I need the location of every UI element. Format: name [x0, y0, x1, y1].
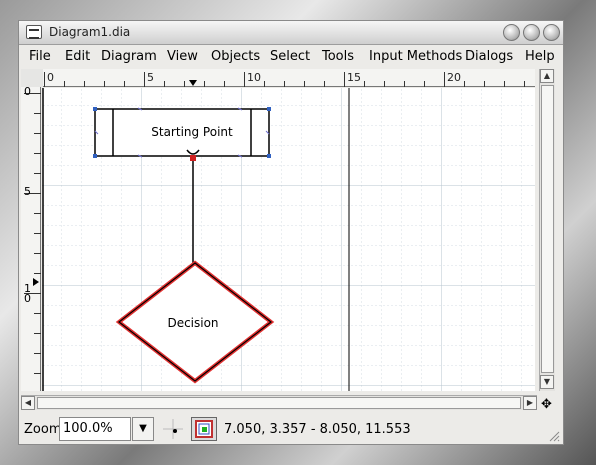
- snap-to-grid-toggle[interactable]: [163, 419, 183, 439]
- menu-objects[interactable]: Objects: [211, 49, 260, 64]
- ruler-top-tick-20: 20: [447, 71, 461, 84]
- horizontal-ruler: 0 5 10 15 20: [43, 69, 535, 87]
- ruler-top-tick-10: 10: [247, 71, 261, 84]
- object-snap-icon: [195, 420, 213, 438]
- dia-window: Diagram1.dia File Edit Diagram View Obje…: [18, 20, 564, 445]
- menu-help[interactable]: Help: [525, 49, 555, 64]
- ruler-top-tick-0: 0: [47, 71, 54, 84]
- menu-tools[interactable]: Tools: [322, 49, 354, 64]
- zoom-dropdown-button[interactable]: ▼: [132, 417, 154, 441]
- menu-edit[interactable]: Edit: [65, 49, 90, 64]
- zoom-value: 100.0%: [63, 421, 113, 436]
- status-bar: Zoom 100.0% ▼ 7.050, 3.357 - 8.050, 11.5…: [19, 413, 563, 445]
- cursor-coordinates: 7.050, 3.357 - 8.050, 11.553: [224, 422, 411, 437]
- ruler-top-tick-15: 15: [347, 71, 361, 84]
- object-snap-toggle[interactable]: [191, 417, 217, 441]
- minimize-button[interactable]: [503, 24, 520, 41]
- ruler-left-tick-0: 0: [24, 85, 31, 98]
- scroll-down-button[interactable]: ▼: [540, 375, 554, 389]
- scroll-left-button[interactable]: ◀: [21, 396, 35, 410]
- ruler-left-tick-5: 5: [24, 185, 31, 198]
- menu-file[interactable]: File: [29, 49, 51, 64]
- ruler-position-marker: [189, 80, 197, 86]
- menu-diagram[interactable]: Diagram: [101, 49, 157, 64]
- dia-app-icon: [26, 25, 42, 39]
- resize-grip-icon[interactable]: [548, 430, 560, 442]
- window-title: Diagram1.dia: [49, 25, 131, 39]
- maximize-button[interactable]: [523, 24, 540, 41]
- scroll-up-button[interactable]: ▲: [540, 69, 554, 83]
- horizontal-ruler-ticks: 0 5 10 15 20: [44, 71, 525, 87]
- vertical-scrollbar[interactable]: ▲ ▼: [539, 69, 555, 391]
- menu-bar: File Edit Diagram View Objects Select To…: [19, 46, 563, 68]
- menu-select[interactable]: Select: [270, 49, 310, 64]
- zoom-label: Zoom: [24, 422, 62, 437]
- horizontal-scroll-thumb[interactable]: [37, 397, 521, 409]
- ruler-top-tick-5: 5: [147, 71, 154, 84]
- vertical-scroll-thumb[interactable]: [541, 85, 554, 373]
- close-button[interactable]: [543, 24, 560, 41]
- scroll-right-button[interactable]: ▶: [523, 396, 537, 410]
- process-label: Starting Point: [151, 125, 233, 139]
- snap-to-grid-icon: [163, 419, 183, 439]
- diagram-svg[interactable]: Starting Point Decision: [42, 88, 535, 391]
- connector-handle-start: [190, 155, 196, 161]
- title-bar[interactable]: Diagram1.dia: [19, 21, 563, 45]
- menu-view[interactable]: View: [167, 49, 198, 64]
- horizontal-scrollbar[interactable]: ◀ ▶: [21, 395, 537, 410]
- ruler-vertical-marker: [33, 278, 39, 286]
- menu-input-methods[interactable]: Input Methods: [369, 49, 462, 64]
- decision-label: Decision: [167, 316, 218, 330]
- diagram-canvas[interactable]: Starting Point Decision: [42, 88, 535, 391]
- vertical-ruler: 0 5 1 0: [21, 85, 41, 391]
- zoom-input[interactable]: 100.0%: [59, 417, 131, 441]
- navigation-cross-icon[interactable]: ✥: [541, 397, 552, 412]
- vertical-ruler-ticks: [24, 93, 41, 374]
- menu-dialogs[interactable]: Dialogs: [465, 49, 513, 64]
- ruler-left-tick-10: 1 0: [24, 282, 31, 305]
